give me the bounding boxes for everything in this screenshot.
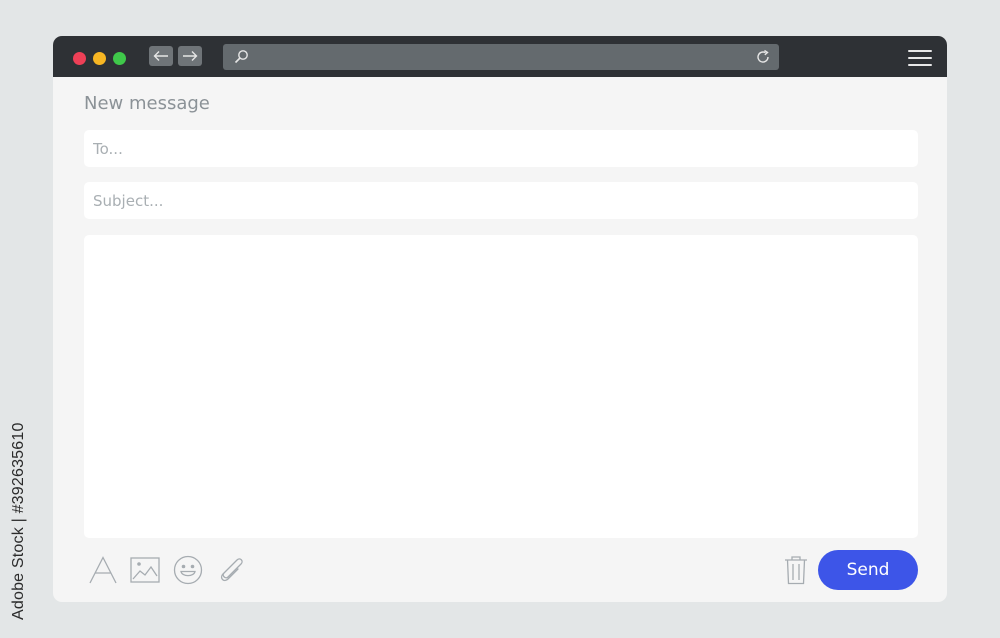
- address-bar[interactable]: [223, 44, 779, 70]
- emoji-icon: [173, 555, 203, 585]
- maximize-dot[interactable]: [113, 52, 126, 65]
- insert-emoji-button[interactable]: [172, 554, 204, 586]
- mail-compose-window: New message Send: [53, 36, 947, 602]
- close-dot[interactable]: [73, 52, 86, 65]
- message-body[interactable]: [84, 235, 918, 538]
- forward-button[interactable]: [178, 46, 202, 66]
- paperclip-icon: [220, 558, 243, 582]
- minimize-dot[interactable]: [93, 52, 106, 65]
- attach-file-button[interactable]: [215, 554, 247, 586]
- image-icon: [130, 557, 160, 583]
- stock-id-watermark: Adobe Stock | #392635610: [10, 422, 27, 620]
- send-button[interactable]: Send: [818, 550, 918, 590]
- arrow-right-icon: [183, 51, 198, 61]
- back-button[interactable]: [149, 46, 173, 66]
- discard-button[interactable]: [780, 554, 812, 586]
- insert-image-button[interactable]: [129, 554, 161, 586]
- subject-field[interactable]: [84, 182, 918, 219]
- arrow-left-icon: [153, 51, 168, 61]
- font-icon: [89, 556, 117, 584]
- reload-icon[interactable]: [755, 49, 771, 65]
- search-icon: [234, 50, 248, 64]
- font-format-button[interactable]: [87, 554, 119, 586]
- title-bar: [53, 36, 947, 77]
- to-field[interactable]: [84, 130, 918, 167]
- trash-icon: [785, 556, 807, 585]
- hamburger-menu-icon[interactable]: [908, 50, 932, 66]
- compose-title: New message: [84, 93, 210, 114]
